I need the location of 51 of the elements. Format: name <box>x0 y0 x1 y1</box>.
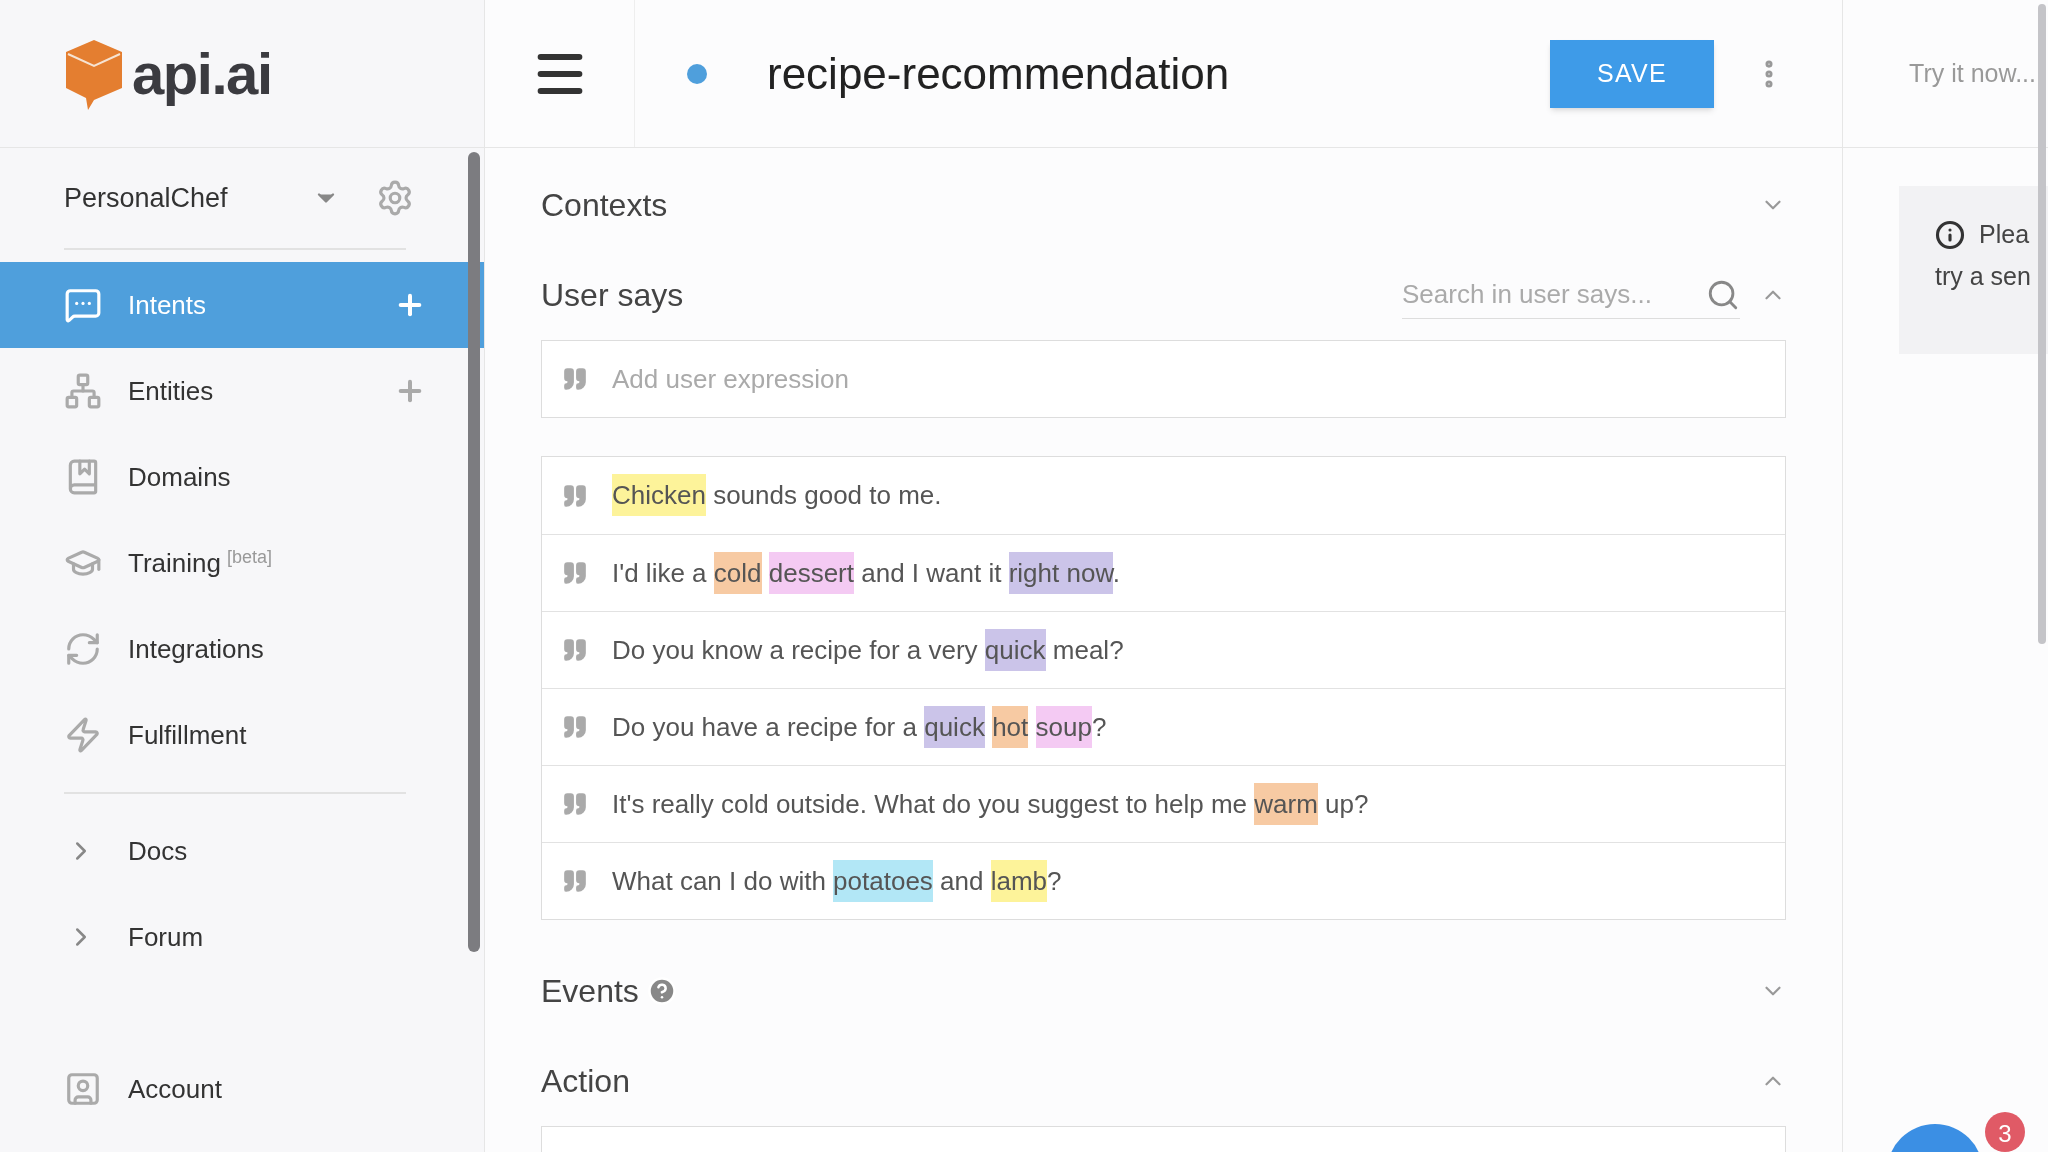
section-title: Contexts <box>541 186 668 225</box>
expression-text: Chicken sounds good to me. <box>612 476 942 515</box>
sidebar-item[interactable]: Domains <box>0 434 484 520</box>
page-scrollbar[interactable] <box>2038 4 2046 644</box>
sidebar-item[interactable]: Integrations <box>0 606 484 692</box>
quote-icon <box>562 714 588 740</box>
sidebar-link[interactable]: Docs <box>0 808 484 894</box>
info-icon <box>1935 219 1965 250</box>
expression-row[interactable]: I'd like a cold dessert and I want it right now. <box>542 534 1785 611</box>
expression-input[interactable]: Add user expression <box>612 359 1765 399</box>
sidebar-item[interactable]: Training $^{[beta]}$ <box>0 520 484 606</box>
sidebar-item[interactable]: Entities <box>0 348 484 434</box>
notification-badge: 3 <box>1985 1112 2025 1152</box>
expression-row[interactable]: Do you know a recipe for a very quick meal? <box>542 611 1785 688</box>
intent-title: recipe-recommendation <box>767 47 1231 100</box>
info-text: Plea <box>1979 219 2030 250</box>
expression-row[interactable]: Do you have a recipe for a quick hot soup? <box>542 688 1785 765</box>
quote-icon <box>562 560 588 586</box>
info-text: try a sen <box>1935 260 2032 292</box>
expression-text: It's really cold outside. What do you suggest to help me warm up? <box>612 784 1369 824</box>
logo-text: api.ai <box>132 40 272 108</box>
expression-row[interactable]: It's really cold outside. What do you suggest to help me warm up? <box>542 765 1785 842</box>
settings-icon[interactable] <box>376 179 414 217</box>
search-field[interactable]: Search in user says... <box>1402 275 1706 314</box>
quote-icon <box>562 366 588 392</box>
section-title: Action <box>541 1062 630 1101</box>
try-it-field[interactable]: Try it now... <box>1886 54 2036 93</box>
chat-bubble-icon <box>64 286 102 324</box>
expression-text: I'd like a cold dessert and I want it right now. <box>612 553 1120 593</box>
refresh-icon <box>64 630 102 668</box>
account-link[interactable]: Account <box>128 1069 222 1109</box>
sidebar-item[interactable]: Fulfillment <box>0 692 484 778</box>
add-expression-field[interactable]: Add user expression <box>541 340 1786 418</box>
section-title: User says <box>541 276 684 315</box>
quote-icon <box>562 791 588 817</box>
expression-row[interactable]: What can I do with potatoes and lamb? <box>542 842 1785 919</box>
cube-logo-icon <box>64 37 124 110</box>
scrollbar[interactable] <box>468 152 480 952</box>
expression-text: Do you know a recipe for a very quick meal? <box>612 630 1124 670</box>
quote-icon <box>562 637 588 663</box>
expression-text: What can I do with potatoes and lamb? <box>612 861 1062 901</box>
agent-name: PersonalChef <box>64 181 229 215</box>
section-title: Events <box>541 972 639 1011</box>
expression-text: Do you have a recipe for a quick hot soup? <box>612 707 1107 747</box>
quote-icon <box>562 482 588 509</box>
lightning-icon <box>64 716 102 754</box>
sidebar-link[interactable]: Forum <box>0 894 484 980</box>
account-icon <box>64 1070 102 1108</box>
quote-icon <box>562 868 588 894</box>
hierarchy-icon <box>64 372 102 410</box>
expression-row[interactable]: Chicken sounds good to me. <box>542 457 1785 534</box>
